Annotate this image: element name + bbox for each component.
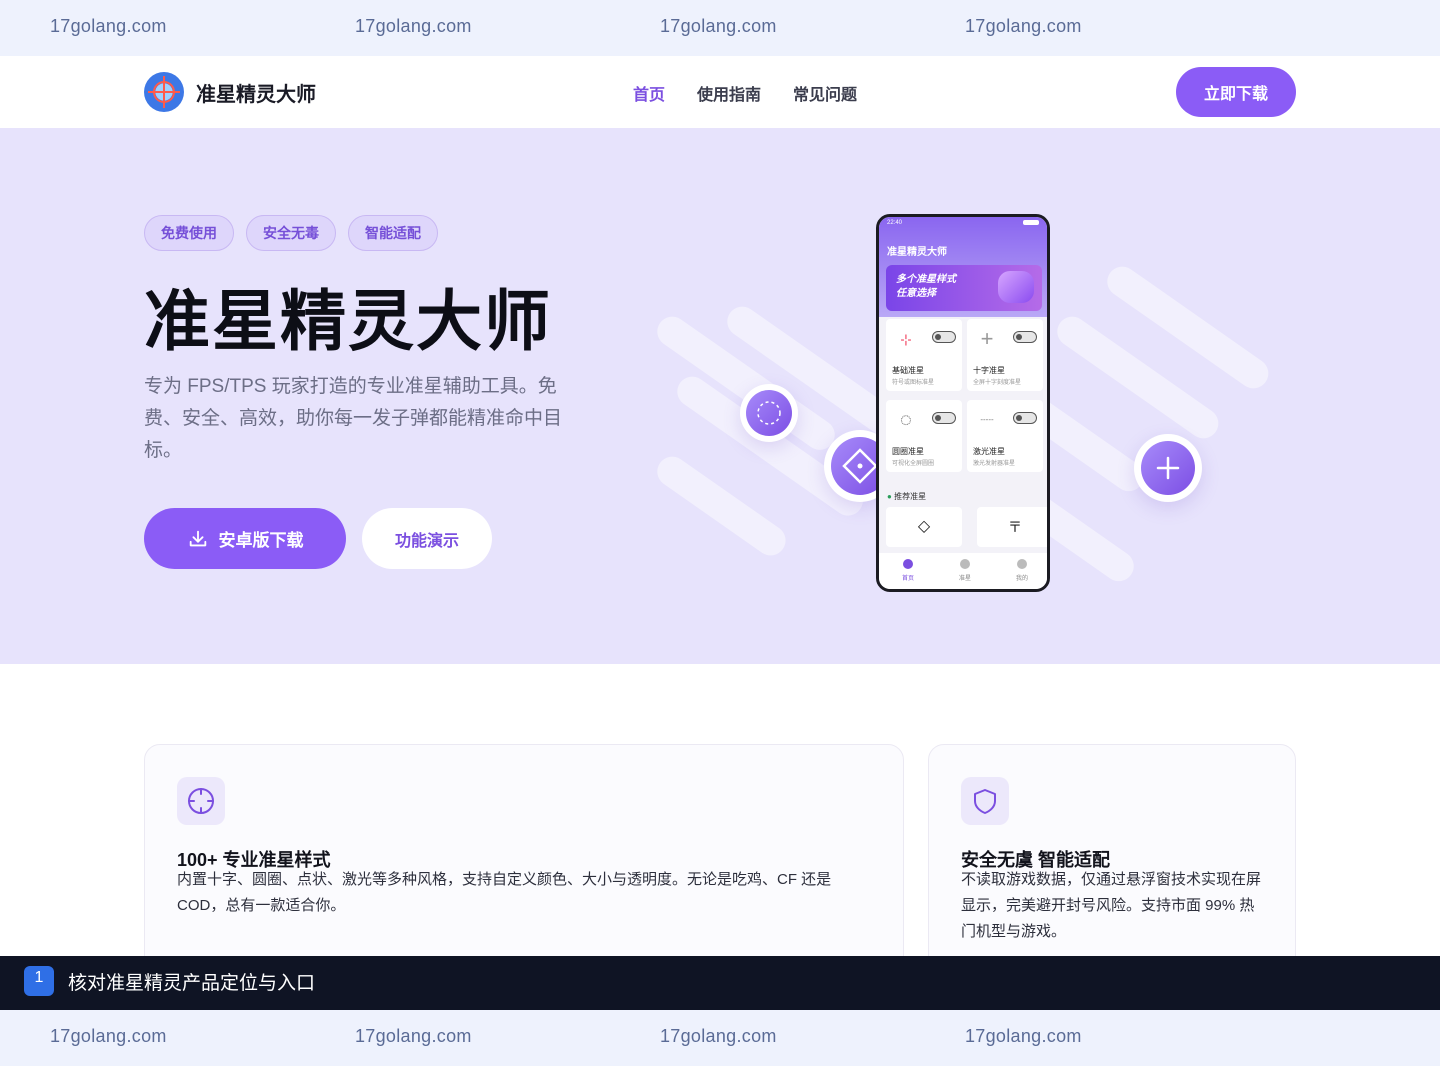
phone-tab-mine: 我的 (1007, 559, 1037, 582)
watermark-text: 17golang.com (965, 16, 1082, 36)
phone-tab-home: 首页 (893, 559, 923, 582)
crosshair-icon (960, 559, 970, 569)
watermark-text: 17golang.com (965, 1026, 1082, 1046)
crosshair-icon (177, 777, 225, 825)
phone-status-time: 22:40 (887, 220, 903, 226)
globe-icon: ● (887, 492, 892, 501)
hero-title: 准星精灵大师 (144, 284, 552, 358)
laser-crosshair-icon: ----- (980, 415, 994, 424)
watermark-strip-top: 17golang.com 17golang.com 17golang.com 1… (0, 0, 1440, 56)
card-title: 激光准星 (973, 447, 1005, 456)
nav-home[interactable]: 首页 (633, 81, 665, 105)
download-now-button[interactable]: 立即下载 (1176, 67, 1296, 117)
watermark-text: 17golang.com (50, 16, 167, 36)
floating-plus-icon (1134, 434, 1202, 502)
tag-free: 免费使用 (144, 215, 234, 251)
hero-section: 免费使用 安全无毒 智能适配 准星精灵大师 专为 FPS/TPS 玩家打造的专业… (0, 128, 1440, 664)
decor-stripe (651, 450, 792, 562)
phone-banner: 多个准星样式 任意选择 (886, 265, 1042, 311)
watermark-text: 17golang.com (660, 1026, 777, 1046)
feature-description: 内置十字、圆圈、点状、激光等多种风格，支持自定义颜色、大小与透明度。无论是吃鸡、… (177, 871, 832, 914)
feature-demo-button[interactable]: 功能演示 (362, 508, 492, 569)
step-number-badge: 1 (24, 966, 54, 996)
feature-card-safety: 安全无虞 智能适配 不读取游戏数据，仅通过悬浮窗技术实现在屏显示，完美避开封号风… (928, 744, 1296, 984)
phone-recommend-label: ● 推荐准星 (887, 492, 927, 501)
tag-safe: 安全无毒 (246, 215, 336, 251)
hero-description: 专为 FPS/TPS 玩家打造的专业准星辅助工具。免费、安全、高效，助你每一发子… (144, 376, 563, 461)
card-subtitle: 全屏十字刻度准星 (973, 380, 1022, 386)
android-download-label: 安卓版下载 (218, 531, 304, 550)
toggle-switch (932, 412, 956, 424)
download-icon (189, 530, 206, 546)
feature-description: 不读取游戏数据，仅通过悬浮窗技术实现在屏显示，完美避开封号风险。支持市面 99%… (961, 871, 1262, 940)
phone-mockup: 22:40 准星精灵大师 多个准星样式 任意选择 -¦- 基础准星 符号或图标准… (876, 214, 1050, 592)
diamond-crosshair-icon: ◇ (917, 518, 931, 535)
card-title: 十字准星 (973, 366, 1005, 375)
card-subtitle: 可视化全屏圆圈 (892, 461, 935, 467)
card-title: 基础准星 (892, 366, 924, 375)
toggle-switch (1013, 331, 1037, 343)
step-bar: 1 核对准星精灵产品定位与入口 (0, 956, 1440, 1010)
watermark-text: 17golang.com (660, 16, 777, 36)
watermark-text: 17golang.com (50, 1026, 167, 1046)
phone-card-laser: ----- 激光准星 激光发射器准星 (967, 400, 1043, 472)
brand-name[interactable]: 准星精灵大师 (196, 78, 316, 107)
logo-crosshair-icon[interactable] (144, 72, 184, 112)
watermark-text: 17golang.com (355, 16, 472, 36)
phone-tab-crosshair: 准星 (950, 559, 980, 582)
step-text: 核对准星精灵产品定位与入口 (68, 973, 316, 994)
card-subtitle: 激光发射器准星 (973, 461, 1016, 467)
floating-circle-icon (740, 384, 798, 442)
site-header: 准星精灵大师 首页 使用指南 常见问题 立即下载 (0, 56, 1440, 128)
android-download-button[interactable]: 安卓版下载 (144, 508, 346, 569)
card-subtitle: 符号或图标准星 (892, 380, 935, 386)
tag-smart: 智能适配 (348, 215, 438, 251)
nav-guide[interactable]: 使用指南 (697, 81, 761, 105)
t-crosshair-icon: 〒 (1008, 519, 1022, 535)
phone-recommend-card: ◇ (886, 507, 962, 547)
basic-crosshair-icon: -¦- (900, 332, 912, 346)
phone-card-circle: ◌ 圆圈准星 可视化全屏圆圈 (886, 400, 962, 472)
feature-card-styles: 100+ 专业准星样式 内置十字、圆圈、点状、激光等多种风格，支持自定义颜色、大… (144, 744, 904, 984)
cross-crosshair-icon: + (980, 326, 994, 351)
shield-icon (961, 777, 1009, 825)
phone-app-name: 准星精灵大师 (887, 247, 947, 258)
toggle-switch (1013, 412, 1037, 424)
card-title: 圆圈准星 (892, 447, 924, 456)
banner-line: 多个准星样式 (896, 274, 956, 285)
home-icon (903, 559, 913, 569)
toggle-switch (932, 331, 956, 343)
phone-recommend-card: 〒 (977, 507, 1047, 547)
watermark-strip-bottom: 17golang.com 17golang.com 17golang.com 1… (0, 1010, 1440, 1066)
user-icon (1017, 559, 1027, 569)
phone-card-basic: -¦- 基础准星 符号或图标准星 (886, 319, 962, 391)
circle-crosshair-icon: ◌ (900, 409, 912, 431)
phone-tabbar: 首页 准星 我的 (879, 553, 1047, 589)
watermark-text: 17golang.com (355, 1026, 472, 1046)
battery-icon (1023, 220, 1039, 225)
banner-line: 任意选择 (896, 288, 936, 299)
phone-card-cross: + 十字准星 全屏十字刻度准星 (967, 319, 1043, 391)
nav-faq[interactable]: 常见问题 (793, 81, 857, 105)
gamepad-icon (998, 271, 1034, 303)
